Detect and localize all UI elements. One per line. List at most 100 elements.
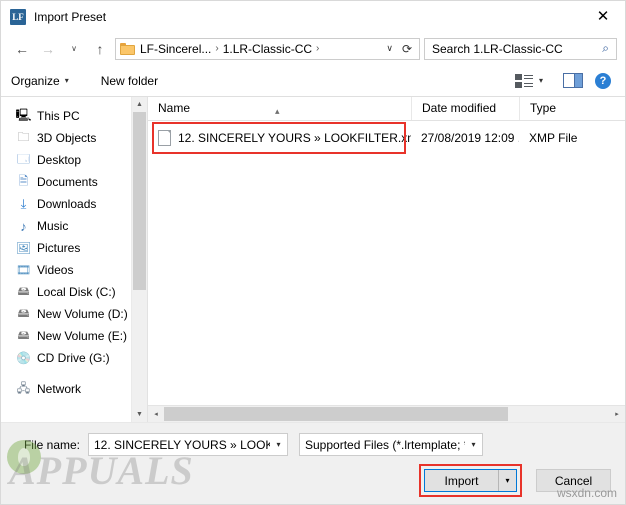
scroll-right-icon[interactable]: ▸ [609,410,625,418]
app-icon: LF [10,8,26,25]
documents-icon: 🗎 [18,173,29,188]
up-level-button[interactable]: ↑ [87,36,113,62]
column-header-type[interactable]: Type [519,97,625,120]
cd-drive-icon: 💿 [16,351,31,365]
file-list-pane: Name ▴ Date modified Type 12. SINCERELY … [147,97,625,422]
chevron-down-icon[interactable]: ▾ [498,470,516,491]
preview-pane-icon[interactable] [563,73,583,88]
sidebar-item-label: Documents [37,175,98,189]
sidebar-item-downloads[interactable]: ⤓ Downloads [1,193,147,215]
sidebar-item-new-volume-e[interactable]: 🖴 New Volume (E:) [1,325,147,347]
scrollbar-track[interactable] [164,406,609,422]
scroll-up-icon[interactable]: ▲ [132,97,147,112]
file-name-input[interactable]: 12. SINCERELY YOURS » LOOKFILTER. ▾ [88,433,288,456]
file-type-cell: XMP File [529,131,578,145]
downloads-icon: ⤓ [20,196,27,211]
file-name-value: 12. SINCERELY YOURS » LOOKFILTER. [94,437,270,452]
sidebar-item-this-pc[interactable]: 🖳 This PC [1,105,147,127]
view-options-icon [514,73,533,88]
command-bar: Organize ▾ New folder ▾ ? [1,65,625,97]
horizontal-scrollbar[interactable]: ◂ ▸ [148,405,625,422]
navigation-tree-pane: 🖳 This PC 🗀 3D Objects 🗔 Desktop 🗎 Docum… [1,97,147,422]
file-name-label: File name: [23,437,80,452]
file-name-row: File name: 12. SINCERELY YOURS » LOOKFIL… [15,433,611,456]
help-icon[interactable]: ? [595,72,611,89]
refresh-icon[interactable]: ⟳ [399,42,419,56]
drive-icon: 🖴 [17,305,30,320]
breadcrumb-item-1[interactable]: 1.LR-Classic-CC [223,42,312,56]
file-type-filter-value: Supported Files (*.lrtemplate; *. [305,437,465,452]
network-icon: 🖧 [16,380,31,395]
drive-icon: 🖴 [17,283,30,298]
search-icon[interactable]: ⌕ [595,41,616,56]
command-bar-right: ▾ ? [509,72,615,89]
chevron-down-icon[interactable]: ∨ [380,43,399,54]
sidebar-item-label: 3D Objects [37,131,97,145]
sidebar-item-label: Videos [37,263,74,277]
sidebar-item-3d-objects[interactable]: 🗀 3D Objects [1,127,147,149]
import-preset-dialog: LF Import Preset ✕ ← → ∨ ↑ LF-Sincerel..… [0,0,626,505]
sidebar-item-network[interactable]: 🖧 Network [1,378,147,400]
music-icon: ♪ [20,218,27,234]
sidebar-item-label: New Volume (D:) [37,307,128,321]
chevron-down-icon[interactable]: ▾ [465,440,482,449]
scrollbar-thumb[interactable] [164,407,508,421]
file-date-cell: 27/08/2019 12:09 ... [421,131,519,145]
sidebar-item-new-volume-d[interactable]: 🖴 New Volume (D:) [1,303,147,325]
scrollbar-thumb[interactable] [133,112,146,290]
breadcrumb-item-0[interactable]: LF-Sincerel... [140,42,211,56]
cancel-button[interactable]: Cancel [536,469,611,492]
file-name-cell: 12. SINCERELY YOURS » LOOKFILTER.xmp [148,130,411,146]
file-rows: 12. SINCERELY YOURS » LOOKFILTER.xmp 27/… [148,121,625,405]
navigation-bar: ← → ∨ ↑ LF-Sincerel... › 1.LR-Classic-CC… [1,32,625,65]
sidebar-item-videos[interactable]: 🎞 Videos [1,259,147,281]
import-button[interactable]: Import ▾ [424,469,517,492]
change-view-button[interactable]: ▾ [509,73,549,88]
import-highlight: Import ▾ [419,464,522,497]
folder-icon [120,42,135,55]
new-folder-button[interactable]: New folder [79,70,168,92]
forward-button[interactable]: → [35,36,61,62]
sidebar-item-label: Pictures [37,241,81,255]
title-bar: LF Import Preset ✕ [1,1,625,32]
table-row[interactable]: 12. SINCERELY YOURS » LOOKFILTER.xmp 27/… [148,127,625,149]
drive-icon: 🖴 [17,327,30,342]
tree-scrollbar[interactable]: ▲ ▼ [131,97,147,422]
sidebar-item-label: Network [37,382,82,396]
tree-list: 🖳 This PC 🗀 3D Objects 🗔 Desktop 🗎 Docum… [1,97,147,400]
tree-gap [1,369,147,378]
scroll-down-icon[interactable]: ▼ [132,407,147,422]
sidebar-item-label: Downloads [37,197,97,211]
address-bar[interactable]: LF-Sincerel... › 1.LR-Classic-CC › ∨ ⟳ [115,37,420,60]
back-button[interactable]: ← [9,36,35,62]
file-name-label: 12. SINCERELY YOURS » LOOKFILTER.xmp [178,131,411,145]
chevron-down-icon[interactable]: ▾ [270,440,287,449]
column-header-date-modified[interactable]: Date modified [411,97,519,120]
search-input[interactable]: Search 1.LR-Classic-CC ⌕ [424,37,617,60]
chevron-down-icon: ▾ [538,76,543,85]
sidebar-item-local-disk-c[interactable]: 🖴 Local Disk (C:) [1,281,147,303]
dialog-footer: File name: 12. SINCERELY YOURS » LOOKFIL… [1,422,625,504]
chevron-down-icon: ▾ [64,76,69,85]
sidebar-item-label: Desktop [37,153,82,167]
file-type-filter-select[interactable]: Supported Files (*.lrtemplate; *. ▾ [299,433,483,456]
close-icon[interactable]: ✕ [581,1,625,32]
pictures-icon: 🖼 [15,241,32,255]
sidebar-item-music[interactable]: ♪ Music [1,215,147,237]
column-header-row: Name ▴ Date modified Type [148,97,625,121]
sidebar-item-pictures[interactable]: 🖼 Pictures [1,237,147,259]
breadcrumb-separator-2: › [316,43,320,54]
sidebar-item-label: New Volume (E:) [37,329,128,343]
column-header-name[interactable]: Name ▴ [148,97,411,120]
breadcrumb-separator: › [215,43,219,54]
window-title: Import Preset [34,9,107,24]
sidebar-item-cd-drive-g[interactable]: 💿 CD Drive (G:) [1,347,147,369]
import-button-group: Import ▾ Cancel [419,464,611,497]
sidebar-item-documents[interactable]: 🗎 Documents [1,171,147,193]
recent-locations-button[interactable]: ∨ [61,36,87,62]
sidebar-item-desktop[interactable]: 🗔 Desktop [1,149,147,171]
organize-label: Organize [11,73,60,88]
scroll-left-icon[interactable]: ◂ [148,410,164,418]
organize-button[interactable]: Organize ▾ [11,70,79,92]
search-placeholder: Search 1.LR-Classic-CC [432,41,563,56]
